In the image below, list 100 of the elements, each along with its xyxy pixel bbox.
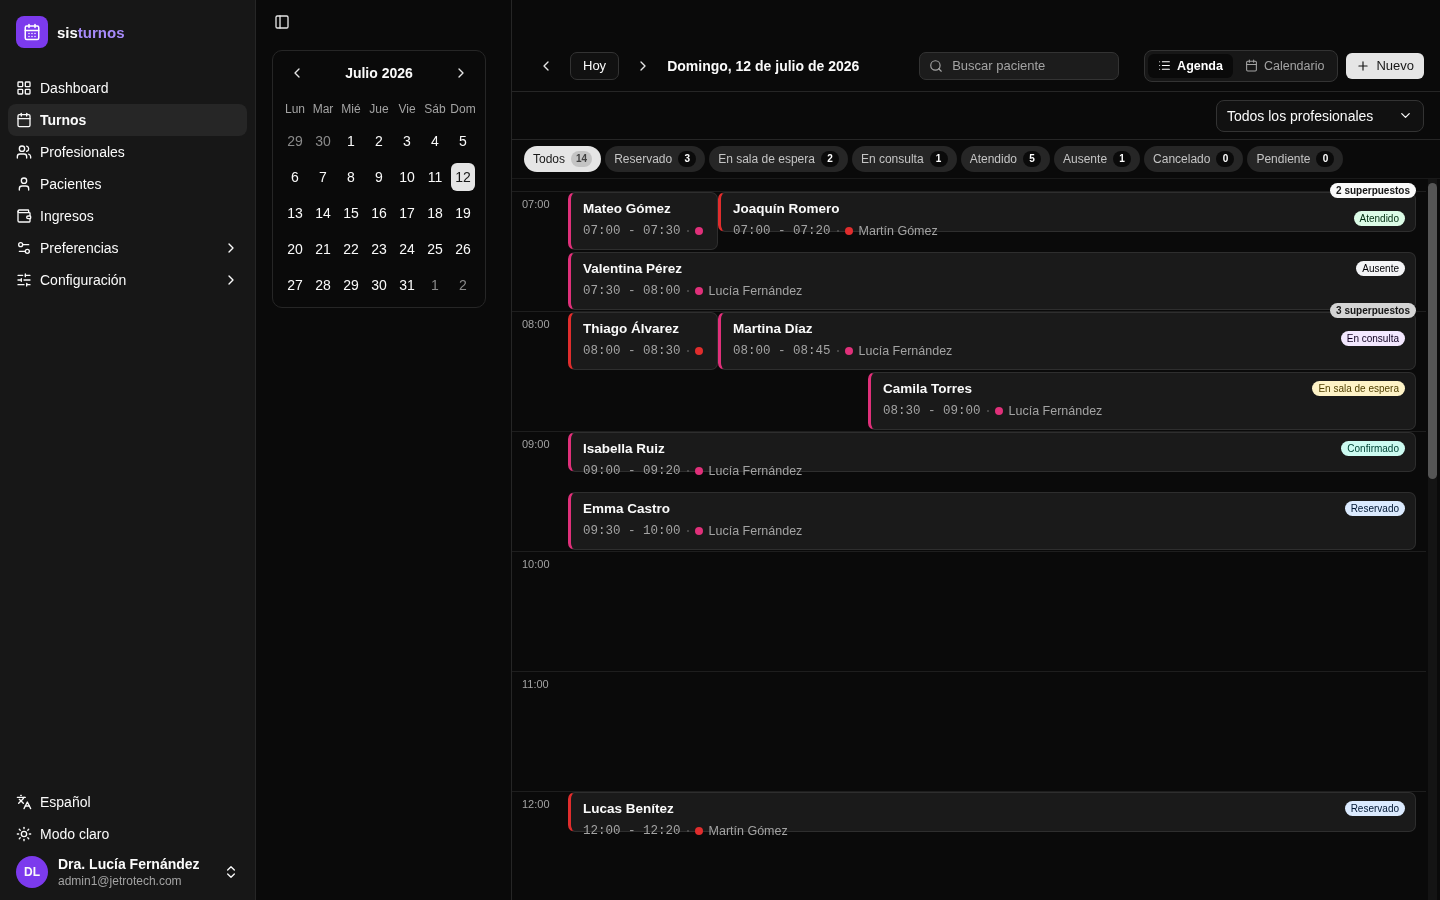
calendar-day[interactable]: 17 [395,199,419,227]
sidebar-label: Ingresos [40,208,95,224]
calendar-day[interactable]: 27 [283,271,307,299]
patient-name: Isabella Ruiz [583,441,665,456]
users-icon [16,144,32,160]
calendar-day[interactable]: 31 [395,271,419,299]
calendar-day[interactable]: 25 [423,235,447,263]
calendar-day[interactable]: 1 [339,127,363,155]
patient-name: Camila Torres [883,381,973,396]
sidebar-label: Profesionales [40,144,126,160]
patient-name: Mateo Gómez [583,201,671,216]
calendar-day[interactable]: 22 [339,235,363,263]
calendar-day[interactable]: 13 [283,199,307,227]
grid-icon [16,80,32,96]
patient-name: Thiago Álvarez [583,321,680,336]
sidebar-item-background[interactable]: Profesionales [8,136,247,168]
calendar-day[interactable]: 21 [311,235,335,263]
sidebar-item-background[interactable]: Dashboard [8,72,247,104]
weekday-label: Jue [369,101,389,118]
sidebar-item[interactable]: Modo claro [40,826,239,842]
patient-name: Valentina Pérez [583,261,683,276]
new-button[interactable]: Nuevo [1346,52,1424,79]
overlap-badge: 2 superpuestos [1330,183,1416,198]
calendar-day[interactable]: 16 [367,199,391,227]
calendar-day[interactable]: 4 [423,127,447,155]
user-name: Dra. Lucía Fernández [58,856,201,872]
calendar-day[interactable]: 6 [283,163,307,191]
count-badge: 1 [929,151,948,167]
status-filter-chip[interactable]: Ausente 1 [1054,146,1141,172]
status-filter-chip[interactable]: Atendido 5 [960,146,1050,172]
sidebar-item-background[interactable]: Turnos [8,104,247,136]
professional-name: Lucía Fernández [858,344,953,358]
search-field[interactable]: Buscar paciente [919,51,1120,80]
calendar-day[interactable]: 30 [311,127,335,155]
count-badge: 2 [820,151,839,167]
count-badge: 5 [1023,151,1041,167]
today-button[interactable]: Hoy [570,51,620,80]
calendar-day[interactable]: 9 [367,163,391,191]
calendar-day[interactable]: 18 [423,199,447,227]
appointment-time: 08:00 - 08:45 [733,344,831,358]
calendar-day[interactable]: 14 [311,199,335,227]
sidebar-item[interactable]: Español [40,794,239,810]
sidebar-item-background[interactable]: Pacientes [8,168,247,200]
calendar-day[interactable]: 19 [451,199,475,227]
calendar-day[interactable]: 24 [395,235,419,263]
appointment-card[interactable]: Thiago Álvarez 08:00 - 08:30 [568,312,718,370]
calendar-day[interactable]: 1 [423,271,447,299]
calendar-day[interactable]: 23 [367,235,391,263]
calendar-day[interactable]: 2 [367,127,391,155]
sidebar-label: Pacientes [40,176,103,192]
count-badge: 0 [1316,151,1335,167]
status-filter-chip[interactable]: En consulta 1 [851,146,957,172]
count-badge: 3 [678,151,697,167]
scrollbar-thumb[interactable] [1428,183,1437,479]
appointment-card[interactable]: Camila Torres 08:30 - 09:00 Lucía Fernández En sala de espera [868,372,1416,430]
weekday-label: Vie [398,101,416,118]
status-filter-chip[interactable]: Cancelado 0 [1144,146,1244,172]
appointment-time: 07:00 - 07:30 [583,224,681,238]
count-badge: 14 [571,151,593,167]
status-filter-chip[interactable]: Reservado 3 [605,146,706,172]
sidebar-item-background[interactable]: Configuración [8,264,247,296]
patient-name: Martina Díaz [733,321,813,336]
calendar-day[interactable]: 5 [451,127,475,155]
calendar-day[interactable]: 11 [423,163,447,191]
status-filter-chip[interactable]: Pendiente 0 [1247,146,1344,172]
user-email: admin1@jetrotech.com [58,874,183,888]
calendar-day[interactable]: 8 [339,163,363,191]
professional-select[interactable]: Todos los profesionales [1216,99,1424,132]
weekday-label: Mié [341,101,361,118]
calendar-day[interactable]: 20 [283,235,307,263]
appointment-time: 08:00 - 08:30 [583,344,681,358]
patient-name: Lucas Benítez [583,801,674,816]
sidebar-item-background[interactable]: Ingresos [8,200,247,232]
sidebar-toggle-icon[interactable] [272,12,292,32]
calendar-day[interactable]: 7 [311,163,335,191]
calendar-day[interactable]: 29 [283,127,307,155]
view-tab[interactable]: Agenda [1148,53,1233,78]
appointment-card[interactable]: Mateo Gómez 07:00 - 07:30 [568,192,718,250]
hour-label: 09:00 [522,438,550,450]
sidebar-item-background[interactable]: Preferencias [8,232,247,264]
calendar-day[interactable]: 30 [367,271,391,299]
status-filter-chip[interactable]: En sala de espera 2 [709,146,848,172]
status-filter-chip[interactable]: Todos 14 [524,146,602,172]
calendar-day[interactable]: 3 [395,127,419,155]
appointment-card[interactable]: Emma Castro 09:30 - 10:00 Lucía Fernández Reservado [568,492,1416,550]
calendar-day[interactable]: 10 [395,163,419,191]
calendar-day[interactable]: 2 [451,271,475,299]
calendar-day[interactable]: 15 [339,199,363,227]
hour-label: 08:00 [522,318,550,330]
user-avatar: DL [16,856,48,888]
calendar-day[interactable]: 26 [451,235,475,263]
calendar-day[interactable]: 12 [451,163,475,191]
hour-label: 07:00 [522,198,550,210]
view-tab[interactable]: Calendario [1234,53,1335,78]
weekday-label: Sáb [424,101,446,118]
status-badge: Confirmado [1341,441,1405,456]
calendar-day[interactable]: 29 [339,271,363,299]
current-date: Domingo, 12 de julio de 2026 [667,57,861,74]
calendar-day[interactable]: 28 [311,271,335,299]
status-badge: Ausente [1356,261,1405,276]
